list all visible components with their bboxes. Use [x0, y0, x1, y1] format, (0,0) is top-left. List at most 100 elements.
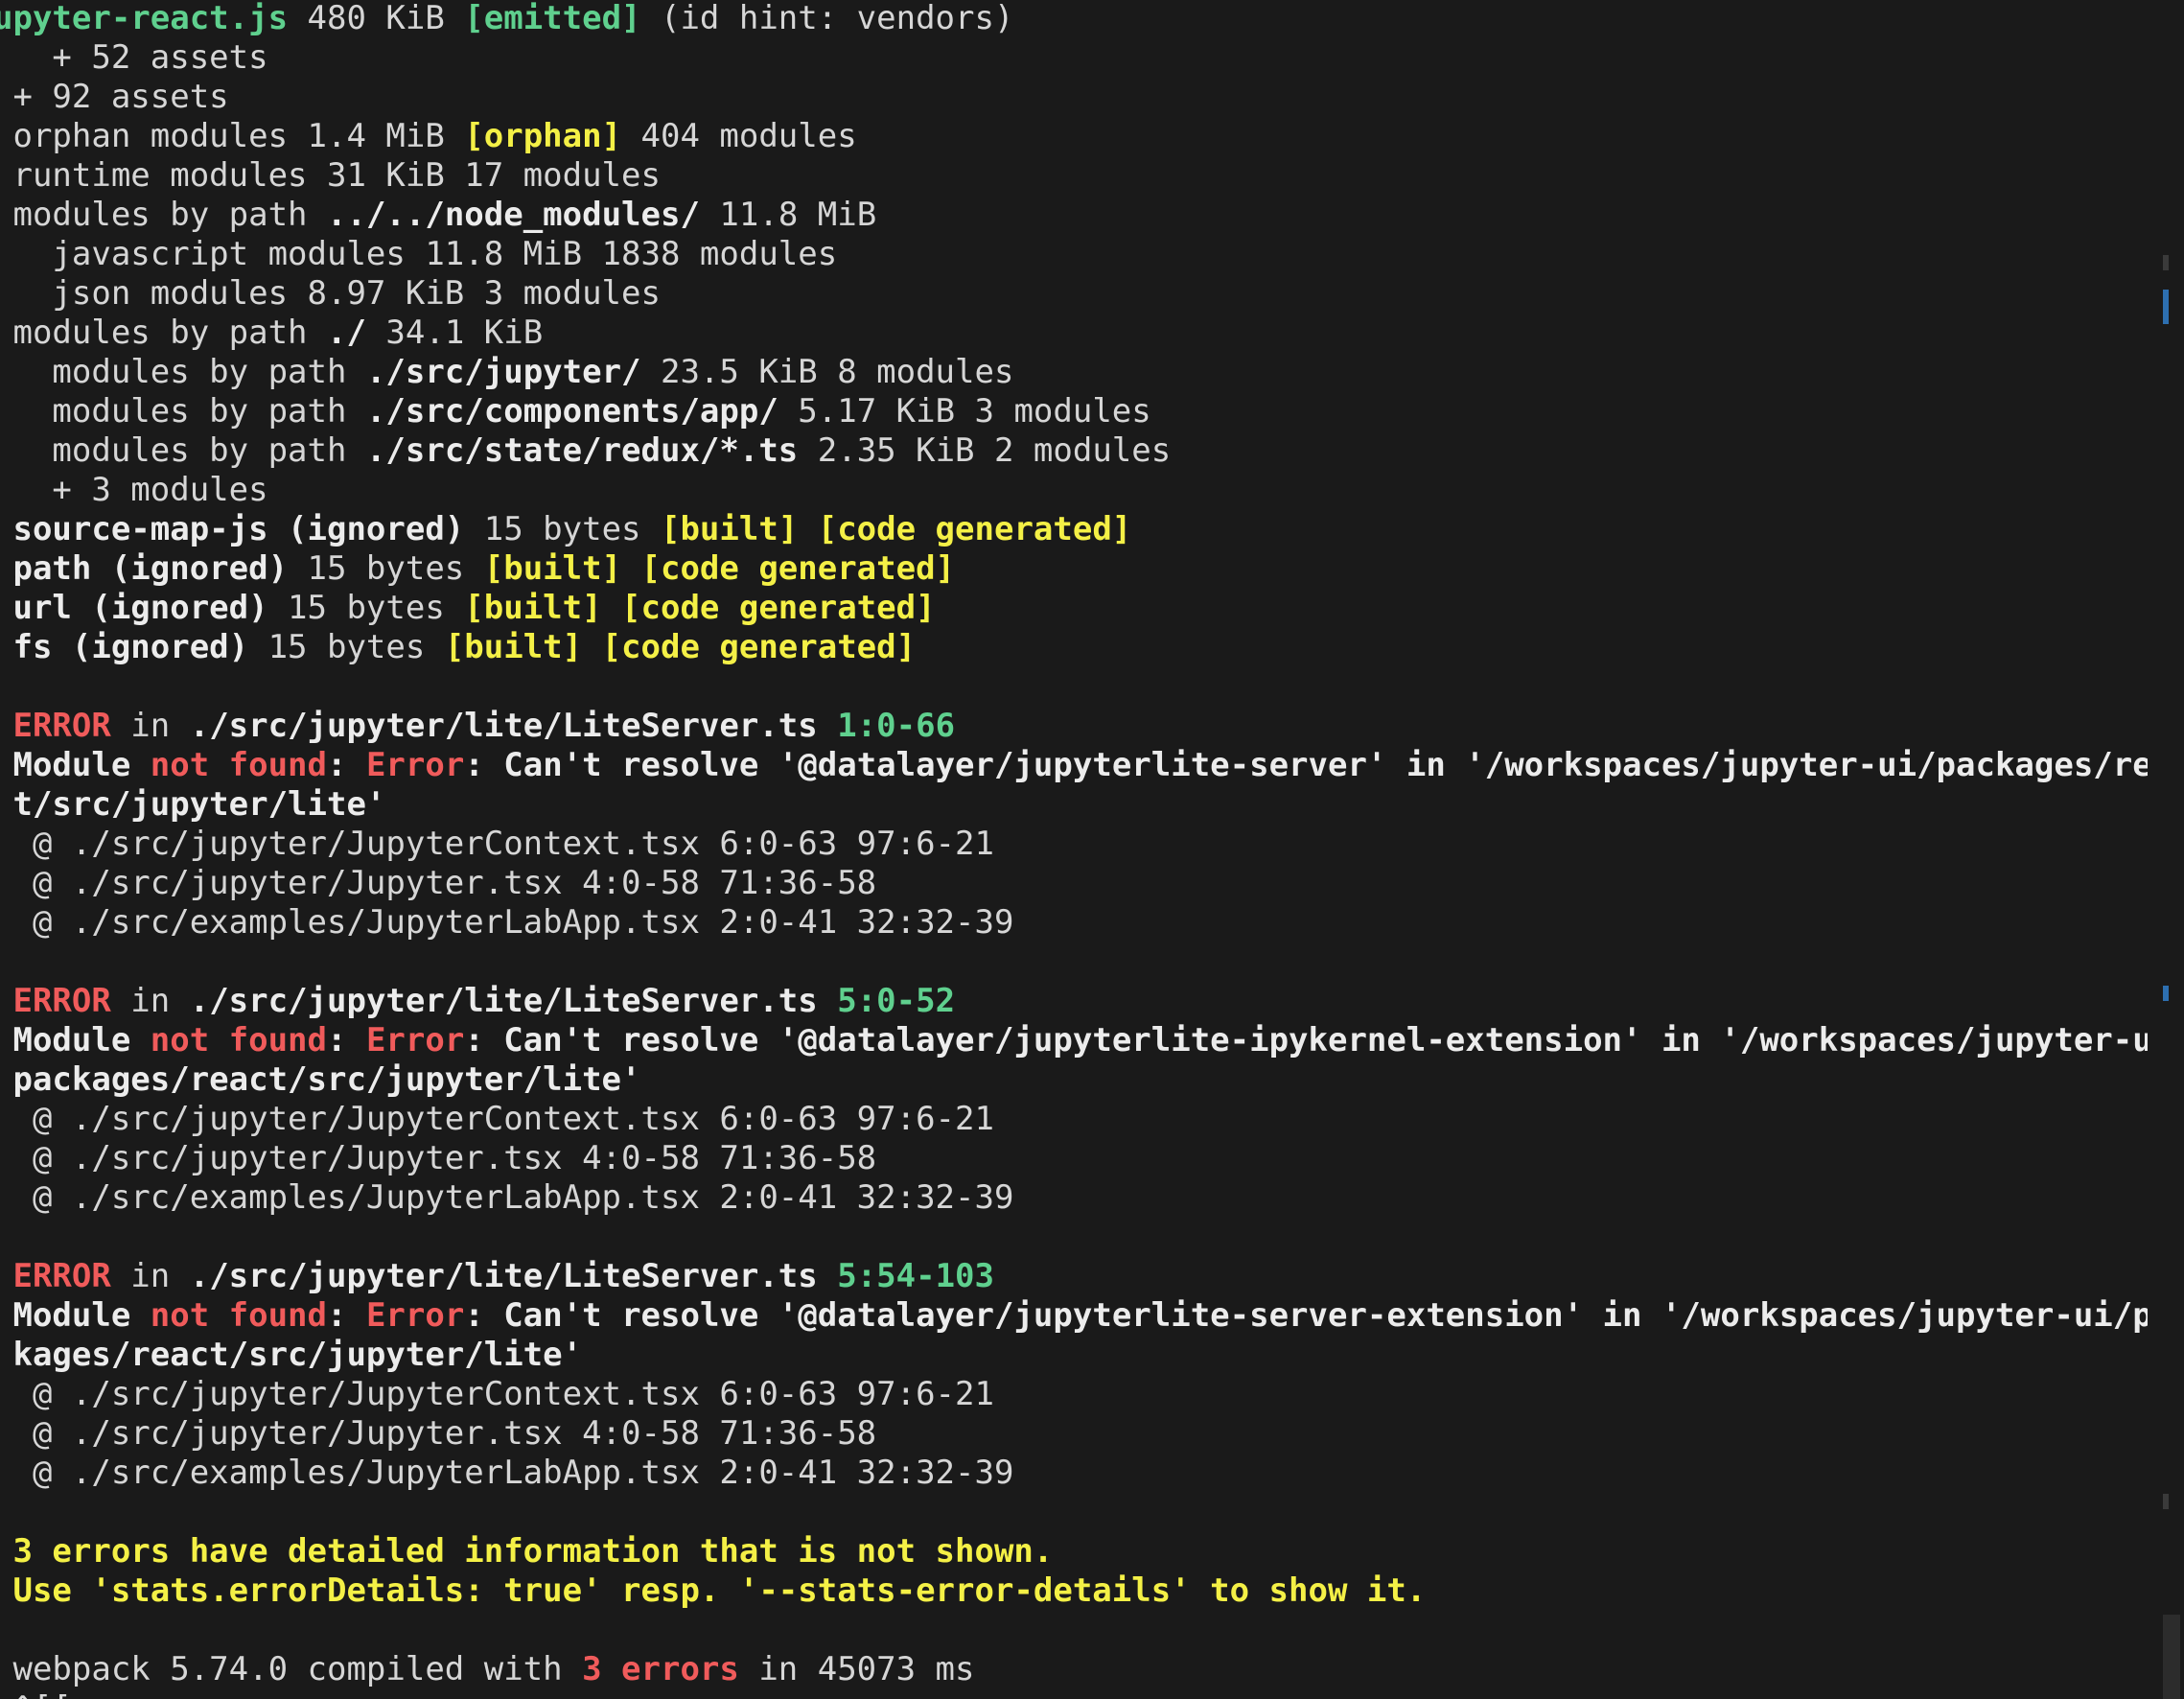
terminal-text-segment: [built] [code generated] — [483, 549, 956, 588]
terminal-line: 3 errors have detailed information that … — [0, 1532, 2148, 1571]
scroll-thumb[interactable] — [2163, 1615, 2180, 1699]
terminal-text-segment: (id hint: vendors) — [640, 0, 1014, 37]
terminal-line: @ ./src/jupyter/JupyterContext.tsx 6:0-6… — [0, 1375, 2148, 1414]
terminal-line: modules by path ./src/components/app/ 5.… — [0, 392, 2148, 431]
terminal-line: json modules 8.97 KiB 3 modules — [0, 274, 2148, 314]
terminal-text-segment: 15 bytes — [464, 510, 661, 548]
terminal-text-segment: ./src/jupyter/lite/LiteServer.ts — [189, 707, 818, 745]
terminal-line: modules by path ../../node_modules/ 11.8… — [0, 196, 2148, 235]
terminal-text-segment: json modules 8.97 KiB 3 modules — [0, 274, 661, 313]
terminal-text-segment: 11.8 MiB — [699, 196, 877, 234]
terminal-line: ^[[ — [0, 1689, 2148, 1699]
terminal-line: ERROR in ./src/jupyter/lite/LiteServer.t… — [0, 982, 2148, 1021]
terminal-line: Module not found: Error: Can't resolve '… — [0, 746, 2148, 785]
terminal-line: Module not found: Error: Can't resolve '… — [0, 1021, 2148, 1060]
terminal-line: Module not found: Error: Can't resolve '… — [0, 1296, 2148, 1336]
terminal-text-segment: 15 bytes — [248, 628, 445, 666]
terminal-text-segment: 3 errors — [582, 1650, 739, 1688]
terminal-text-segment: @ ./src/jupyter/Jupyter.tsx 4:0-58 71:36… — [0, 864, 877, 902]
terminal-line: @ ./src/jupyter/Jupyter.tsx 4:0-58 71:36… — [0, 864, 2148, 903]
terminal-text-segment: @ ./src/jupyter/JupyterContext.tsx 6:0-6… — [0, 825, 994, 863]
terminal-text-segment: ./src/state/redux/*.ts — [365, 431, 799, 470]
terminal-text-segment: source-map-js (ignored) — [0, 510, 465, 548]
terminal-text-segment: webpack 5.74.0 compiled with — [0, 1650, 583, 1688]
terminal-line: @ ./src/examples/JupyterLabApp.tsx 2:0-4… — [0, 1178, 2148, 1218]
terminal-text-segment: ^[[ — [0, 1689, 71, 1699]
terminal-text-segment: url (ignored) — [0, 589, 268, 627]
terminal-lines: upyter-react.js 480 KiB [emitted] (id hi… — [0, 0, 2148, 1699]
terminal-line: kages/react/src/jupyter/lite' — [0, 1336, 2148, 1375]
terminal-text-segment: : Can't resolve '@datalayer/jupyterlite-… — [464, 746, 2148, 784]
terminal-text-segment: [built] [code generated] — [464, 589, 936, 627]
terminal-output[interactable]: upyter-react.js 480 KiB [emitted] (id hi… — [0, 0, 2148, 1699]
terminal-text-segment: 404 modules — [621, 117, 857, 155]
terminal-text-segment: ERROR — [0, 707, 111, 745]
terminal-line: @ ./src/jupyter/JupyterContext.tsx 6:0-6… — [0, 825, 2148, 864]
terminal-text-segment: [orphan] — [464, 117, 622, 155]
terminal-text-segment: fs (ignored) — [0, 628, 249, 666]
terminal-text-segment: upyter-react.js — [0, 0, 308, 37]
terminal-line: path (ignored) 15 bytes [built] [code ge… — [0, 549, 2148, 589]
terminal-text-segment: 15 bytes — [288, 549, 484, 588]
terminal-text-segment: Error — [365, 1296, 465, 1335]
terminal-text-segment: path (ignored) — [0, 549, 289, 588]
terminal-text-segment: @ ./src/jupyter/Jupyter.tsx 4:0-58 71:36… — [0, 1414, 877, 1453]
terminal-text-segment: ./src/jupyter/lite/LiteServer.ts — [189, 1257, 818, 1295]
terminal-text-segment: orphan modules 1.4 MiB — [0, 117, 465, 155]
terminal-text-segment: [built] [code generated] — [444, 628, 917, 666]
terminal-text-segment: 1:0-66 — [817, 707, 956, 745]
terminal-line: ERROR in ./src/jupyter/lite/LiteServer.t… — [0, 1257, 2148, 1296]
terminal-line: orphan modules 1.4 MiB [orphan] 404 modu… — [0, 117, 2148, 156]
terminal-text-segment: in — [110, 1257, 190, 1295]
terminal-line: t/src/jupyter/lite' — [0, 785, 2148, 825]
terminal-text-segment: modules by path — [0, 392, 366, 431]
terminal-text-segment: @ ./src/examples/JupyterLabApp.tsx 2:0-4… — [0, 1178, 1014, 1217]
terminal-text-segment: : Can't resolve '@datalayer/jupyterlite-… — [464, 1296, 2148, 1335]
terminal-text-segment: @ ./src/jupyter/Jupyter.tsx 4:0-58 71:36… — [0, 1139, 877, 1177]
terminal-text-segment: @ ./src/jupyter/JupyterContext.tsx 6:0-6… — [0, 1375, 994, 1413]
terminal-line: url (ignored) 15 bytes [built] [code gen… — [0, 589, 2148, 628]
terminal-text-segment: 5:0-52 — [817, 982, 956, 1020]
terminal-line: source-map-js (ignored) 15 bytes [built]… — [0, 510, 2148, 549]
terminal-text-segment: ERROR — [0, 982, 111, 1020]
terminal-line: + 52 assets — [0, 38, 2148, 78]
terminal-text-segment: not found — [150, 1021, 327, 1059]
scroll-marker-highlight — [2163, 290, 2169, 324]
terminal-scrollbar[interactable] — [2148, 0, 2184, 1699]
terminal-text-segment: 480 KiB — [307, 0, 465, 37]
terminal-text-segment: + 92 assets — [0, 78, 229, 116]
terminal-text-segment: in 45073 ms — [738, 1650, 975, 1688]
terminal-text-segment: modules by path — [0, 196, 327, 234]
terminal-text-segment: ../../node_modules/ — [327, 196, 700, 234]
terminal-text-segment: ./src/components/app/ — [365, 392, 778, 431]
terminal-text-segment: + 3 modules — [0, 471, 268, 509]
terminal-text-segment: Error — [365, 1021, 465, 1059]
terminal-line: @ ./src/jupyter/Jupyter.tsx 4:0-58 71:36… — [0, 1414, 2148, 1454]
terminal-text-segment: + 52 assets — [0, 38, 268, 77]
terminal-text-segment: ERROR — [0, 1257, 111, 1295]
terminal-line: @ ./src/examples/JupyterLabApp.tsx 2:0-4… — [0, 903, 2148, 943]
terminal-text-segment: modules by path — [0, 353, 366, 391]
scroll-marker — [2163, 255, 2169, 270]
terminal-line: packages/react/src/jupyter/lite' — [0, 1060, 2148, 1100]
terminal-text-segment: 2.35 KiB 2 modules — [798, 431, 1172, 470]
terminal-text-segment: Error — [365, 746, 465, 784]
terminal-line: @ ./src/jupyter/Jupyter.tsx 4:0-58 71:36… — [0, 1139, 2148, 1178]
terminal-text-segment: Module — [0, 1296, 151, 1335]
terminal-text-segment: javascript modules 11.8 MiB 1838 modules — [0, 235, 838, 273]
terminal-text-segment: Module — [0, 746, 151, 784]
terminal-text-segment: @ ./src/jupyter/JupyterContext.tsx 6:0-6… — [0, 1100, 994, 1138]
terminal-text-segment: Module — [0, 1021, 151, 1059]
terminal-text-segment: ./ — [327, 314, 366, 352]
terminal-text-segment: packages/react/src/jupyter/lite' — [0, 1060, 641, 1099]
terminal-line: + 92 assets — [0, 78, 2148, 117]
terminal-line: upyter-react.js 480 KiB [emitted] (id hi… — [0, 0, 2148, 38]
terminal-text-segment: 34.1 KiB — [365, 314, 544, 352]
terminal-line: modules by path ./src/jupyter/ 23.5 KiB … — [0, 353, 2148, 392]
scroll-marker-highlight — [2163, 986, 2169, 1001]
terminal-text-segment: 23.5 KiB 8 modules — [640, 353, 1014, 391]
terminal-text-segment: 5:54-103 — [817, 1257, 994, 1295]
